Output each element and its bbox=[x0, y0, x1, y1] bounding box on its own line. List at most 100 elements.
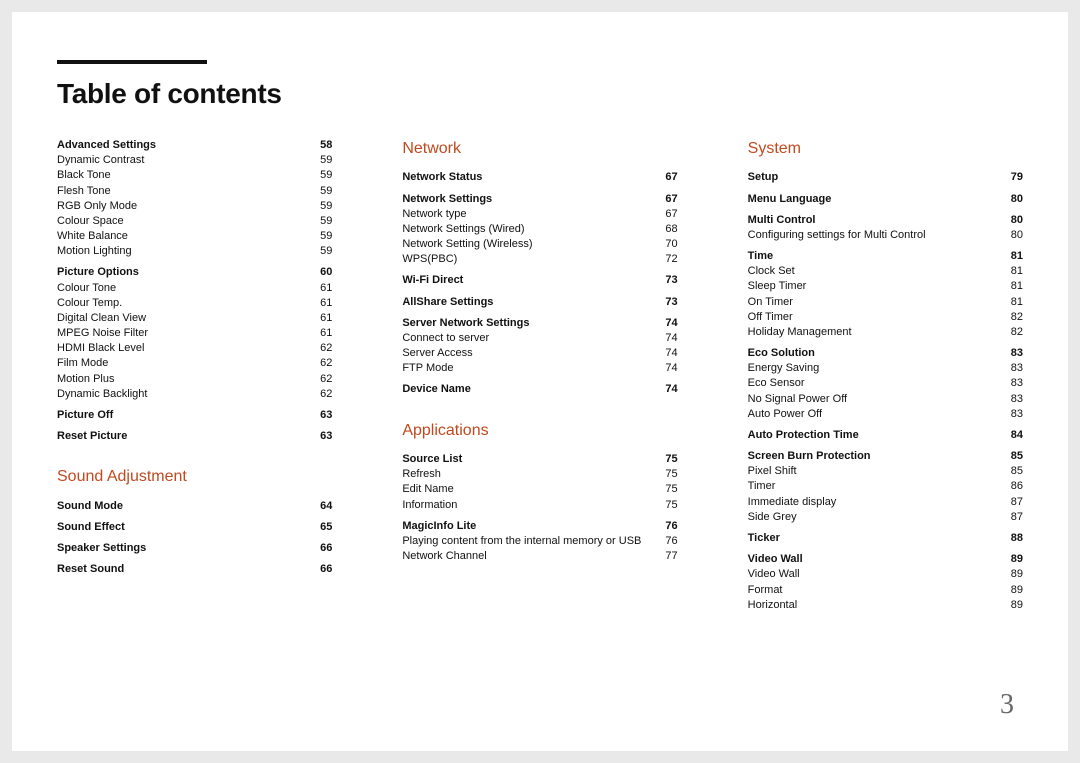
toc-entry-row[interactable]: Eco Sensor83 bbox=[748, 376, 1023, 391]
toc-heading-row[interactable]: Video Wall89 bbox=[748, 552, 1023, 567]
toc-entry-row[interactable]: Configuring settings for Multi Control80 bbox=[748, 228, 1023, 243]
toc-entry-row[interactable]: Dynamic Backlight62 bbox=[57, 387, 332, 402]
toc-entry-row[interactable]: Colour Tone61 bbox=[57, 281, 332, 296]
toc-entry-label: Motion Plus bbox=[57, 372, 310, 387]
toc-heading-row[interactable]: Network Status67 bbox=[402, 170, 677, 185]
toc-entry-page: 61 bbox=[310, 296, 332, 311]
toc-heading-page: 75 bbox=[655, 452, 677, 467]
toc-entry-row[interactable]: Motion Lighting59 bbox=[57, 244, 332, 259]
toc-entry-row[interactable]: Network type67 bbox=[402, 207, 677, 222]
toc-heading-row[interactable]: Ticker88 bbox=[748, 531, 1023, 546]
toc-heading-row[interactable]: Multi Control80 bbox=[748, 213, 1023, 228]
toc-heading-row[interactable]: Screen Burn Protection85 bbox=[748, 449, 1023, 464]
toc-entry-label: Black Tone bbox=[57, 168, 310, 183]
toc-entry-row[interactable]: Colour Temp.61 bbox=[57, 296, 332, 311]
toc-entry-label: HDMI Black Level bbox=[57, 341, 310, 356]
toc-heading-row[interactable]: Time81 bbox=[748, 249, 1023, 264]
toc-entry-row[interactable]: Energy Saving83 bbox=[748, 361, 1023, 376]
toc-entry-row[interactable]: Video Wall89 bbox=[748, 567, 1023, 582]
toc-group: Sound Mode64 bbox=[57, 499, 332, 520]
toc-entry-page: 83 bbox=[1001, 376, 1023, 391]
toc-entry-row[interactable]: Pixel Shift85 bbox=[748, 464, 1023, 479]
toc-heading-row[interactable]: Device Name74 bbox=[402, 382, 677, 397]
toc-entry-page: 82 bbox=[1001, 325, 1023, 340]
toc-heading-page: 74 bbox=[655, 382, 677, 397]
toc-entry-row[interactable]: Edit Name75 bbox=[402, 482, 677, 497]
toc-entry-row[interactable]: Horizontal89 bbox=[748, 598, 1023, 613]
toc-heading-row[interactable]: Menu Language80 bbox=[748, 192, 1023, 207]
toc-entry-row[interactable]: MPEG Noise Filter61 bbox=[57, 326, 332, 341]
toc-entry-row[interactable]: Side Grey87 bbox=[748, 510, 1023, 525]
toc-entry-row[interactable]: Sleep Timer81 bbox=[748, 279, 1023, 294]
toc-entry-row[interactable]: Black Tone59 bbox=[57, 168, 332, 183]
toc-entry-row[interactable]: FTP Mode74 bbox=[402, 361, 677, 376]
toc-entry-row[interactable]: Network Channel77 bbox=[402, 549, 677, 564]
toc-heading-label: Sound Effect bbox=[57, 520, 310, 535]
toc-entry-row[interactable]: Timer86 bbox=[748, 479, 1023, 494]
toc-entry-page: 61 bbox=[310, 326, 332, 341]
toc-entry-row[interactable]: On Timer81 bbox=[748, 295, 1023, 310]
toc-entry-label: Holiday Management bbox=[748, 325, 1001, 340]
toc-entry-label: Network Setting (Wireless) bbox=[402, 237, 655, 252]
toc-entry-row[interactable]: RGB Only Mode59 bbox=[57, 199, 332, 214]
toc-entry-row[interactable]: Playing content from the internal memory… bbox=[402, 534, 677, 549]
toc-heading-row[interactable]: Speaker Settings66 bbox=[57, 541, 332, 556]
toc-heading-row[interactable]: Advanced Settings58 bbox=[57, 138, 332, 153]
toc-entry-label: Refresh bbox=[402, 467, 655, 482]
toc-entry-row[interactable]: Colour Space59 bbox=[57, 214, 332, 229]
toc-heading-row[interactable]: Network Settings67 bbox=[402, 192, 677, 207]
toc-entry-label: Eco Sensor bbox=[748, 376, 1001, 391]
toc-entry-row[interactable]: Auto Power Off83 bbox=[748, 407, 1023, 422]
toc-entry-row[interactable]: Holiday Management82 bbox=[748, 325, 1023, 340]
toc-entry-label: Configuring settings for Multi Control bbox=[748, 228, 1001, 243]
toc-entry-row[interactable]: HDMI Black Level62 bbox=[57, 341, 332, 356]
toc-group: Setup79 bbox=[748, 170, 1023, 191]
toc-entry-row[interactable]: Film Mode62 bbox=[57, 356, 332, 371]
toc-entry-row[interactable]: Network Settings (Wired)68 bbox=[402, 222, 677, 237]
toc-entry-row[interactable]: WPS(PBC)72 bbox=[402, 252, 677, 267]
toc-entry-page: 59 bbox=[310, 153, 332, 168]
toc-entry-page: 62 bbox=[310, 372, 332, 387]
toc-heading-row[interactable]: Auto Protection Time84 bbox=[748, 428, 1023, 443]
toc-heading-row[interactable]: MagicInfo Lite76 bbox=[402, 519, 677, 534]
toc-entry-page: 87 bbox=[1001, 495, 1023, 510]
toc-entry-row[interactable]: Server Access74 bbox=[402, 346, 677, 361]
toc-entry-row[interactable]: Clock Set81 bbox=[748, 264, 1023, 279]
toc-heading-label: Advanced Settings bbox=[57, 138, 310, 153]
toc-entry-label: Off Timer bbox=[748, 310, 1001, 325]
toc-entry-row[interactable]: Motion Plus62 bbox=[57, 372, 332, 387]
toc-heading-row[interactable]: Server Network Settings74 bbox=[402, 316, 677, 331]
toc-heading-row[interactable]: Source List75 bbox=[402, 452, 677, 467]
toc-entry-row[interactable]: Format89 bbox=[748, 583, 1023, 598]
toc-entry-row[interactable]: White Balance59 bbox=[57, 229, 332, 244]
toc-entry-page: 59 bbox=[310, 214, 332, 229]
toc-entry-row[interactable]: Off Timer82 bbox=[748, 310, 1023, 325]
toc-entry-page: 59 bbox=[310, 184, 332, 199]
toc-heading-row[interactable]: Reset Picture63 bbox=[57, 429, 332, 444]
toc-heading-row[interactable]: Picture Off63 bbox=[57, 408, 332, 423]
toc-entry-label: WPS(PBC) bbox=[402, 252, 655, 267]
toc-heading-row[interactable]: Picture Options60 bbox=[57, 265, 332, 280]
toc-heading-page: 63 bbox=[310, 429, 332, 444]
toc-entry-row[interactable]: Immediate display87 bbox=[748, 495, 1023, 510]
toc-heading-row[interactable]: AllShare Settings73 bbox=[402, 295, 677, 310]
toc-entry-row[interactable]: Dynamic Contrast59 bbox=[57, 153, 332, 168]
toc-entry-row[interactable]: Digital Clean View61 bbox=[57, 311, 332, 326]
toc-entry-row[interactable]: No Signal Power Off83 bbox=[748, 392, 1023, 407]
toc-heading-row[interactable]: Sound Mode64 bbox=[57, 499, 332, 514]
toc-heading-label: Sound Mode bbox=[57, 499, 310, 514]
toc-entry-row[interactable]: Information75 bbox=[402, 498, 677, 513]
toc-heading-row[interactable]: Setup79 bbox=[748, 170, 1023, 185]
toc-heading-row[interactable]: Wi-Fi Direct73 bbox=[402, 273, 677, 288]
toc-columns: Advanced Settings58Dynamic Contrast59Bla… bbox=[57, 138, 1023, 619]
toc-entry-row[interactable]: Flesh Tone59 bbox=[57, 184, 332, 199]
toc-heading-row[interactable]: Sound Effect65 bbox=[57, 520, 332, 535]
toc-heading-page: 63 bbox=[310, 408, 332, 423]
toc-entry-row[interactable]: Refresh75 bbox=[402, 467, 677, 482]
toc-heading-row[interactable]: Reset Sound66 bbox=[57, 562, 332, 577]
toc-entry-row[interactable]: Network Setting (Wireless)70 bbox=[402, 237, 677, 252]
toc-heading-row[interactable]: Eco Solution83 bbox=[748, 346, 1023, 361]
toc-heading-page: 76 bbox=[655, 519, 677, 534]
toc-entry-label: Colour Temp. bbox=[57, 296, 310, 311]
toc-entry-row[interactable]: Connect to server74 bbox=[402, 331, 677, 346]
